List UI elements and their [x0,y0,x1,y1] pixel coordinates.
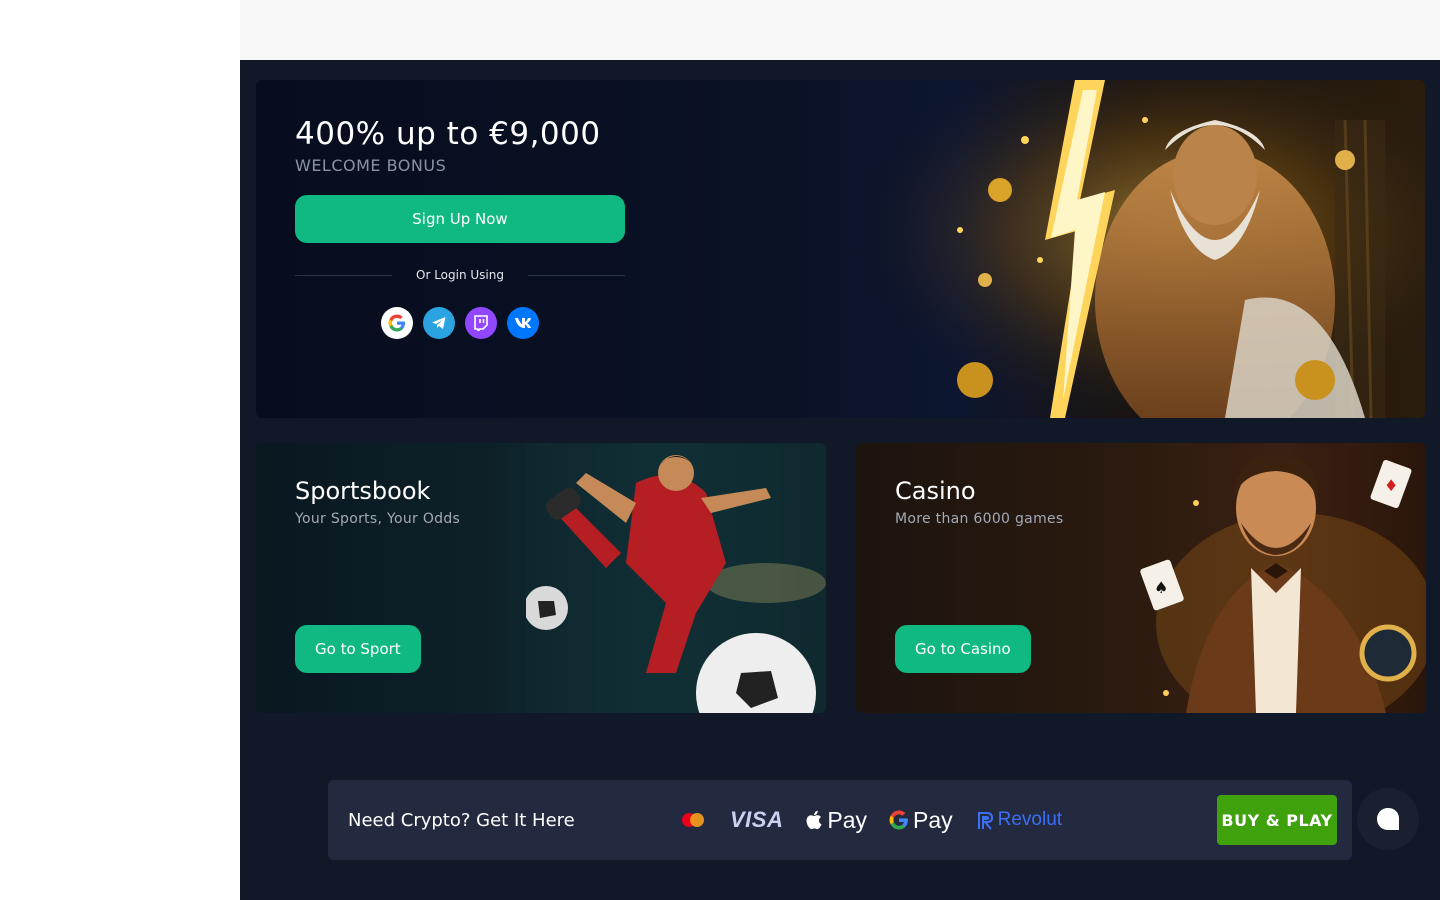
welcome-bonus-banner: 400% up to €9,000 WELCOME BONUS Sign Up … [256,80,1425,418]
casino-dealer-illustration: ♦ ♠ [1140,454,1426,713]
main-content: 400% up to €9,000 WELCOME BONUS Sign Up … [240,60,1440,900]
twitch-icon [474,315,488,331]
sidebar [0,0,240,900]
telegram-login-button[interactable] [423,307,455,339]
bonus-subtitle: WELCOME BONUS [295,156,447,175]
google-pay-logo: Pay [889,807,953,834]
google-pay-label: Pay [913,806,953,833]
sportsbook-subtitle: Your Sports, Your Odds [295,511,461,527]
google-g-icon [889,810,908,830]
vk-login-button[interactable] [507,307,539,339]
svg-text:♦: ♦ [1384,476,1398,495]
login-divider-label: Or Login Using [416,268,504,282]
top-bar [240,0,1440,60]
apple-pay-label: Pay [827,806,867,833]
casino-card[interactable]: ♦ ♠ Casino More than 6000 games Go to Ca… [856,443,1426,713]
telegram-icon [432,317,446,329]
social-login-list [295,307,625,339]
sign-up-button[interactable]: Sign Up Now [295,195,625,243]
google-login-button[interactable] [381,307,413,339]
chat-bubble-icon [1377,808,1399,830]
zeus-illustration [865,80,1425,418]
apple-icon [806,810,822,830]
google-icon [388,314,405,332]
crypto-purchase-bar: Need Crypto? Get It Here VISA Pay Pay Re… [328,780,1352,860]
casino-subtitle: More than 6000 games [895,511,1064,527]
login-divider: Or Login Using [295,265,626,285]
mastercard-logo [678,810,708,830]
sportsbook-title: Sportsbook [295,477,431,505]
go-to-casino-button[interactable]: Go to Casino [895,625,1031,673]
revolut-logo: Revolut [975,809,1062,831]
divider-line [295,274,393,276]
payment-methods: VISA Pay Pay Revolut [678,807,1062,834]
sportsbook-card[interactable]: Sportsbook Your Sports, Your Odds Go to … [256,443,826,713]
casino-title: Casino [895,477,976,505]
revolut-label: Revolut [997,809,1063,830]
divider-line [528,274,626,276]
buy-and-play-button[interactable]: BUY & PLAY [1217,795,1337,845]
chat-button[interactable] [1357,788,1419,850]
go-to-sport-button[interactable]: Go to Sport [295,625,421,673]
svg-text:♠: ♠ [1154,578,1168,597]
football-player-illustration [526,443,826,713]
crypto-promo-text: Need Crypto? Get It Here [348,809,575,831]
mastercard-icon [682,813,704,827]
bonus-title: 400% up to €9,000 [295,116,601,152]
revolut-icon [977,812,993,830]
vk-icon [515,318,531,328]
twitch-login-button[interactable] [465,307,497,339]
visa-logo: VISA [730,807,784,832]
apple-pay-logo: Pay [805,807,867,834]
